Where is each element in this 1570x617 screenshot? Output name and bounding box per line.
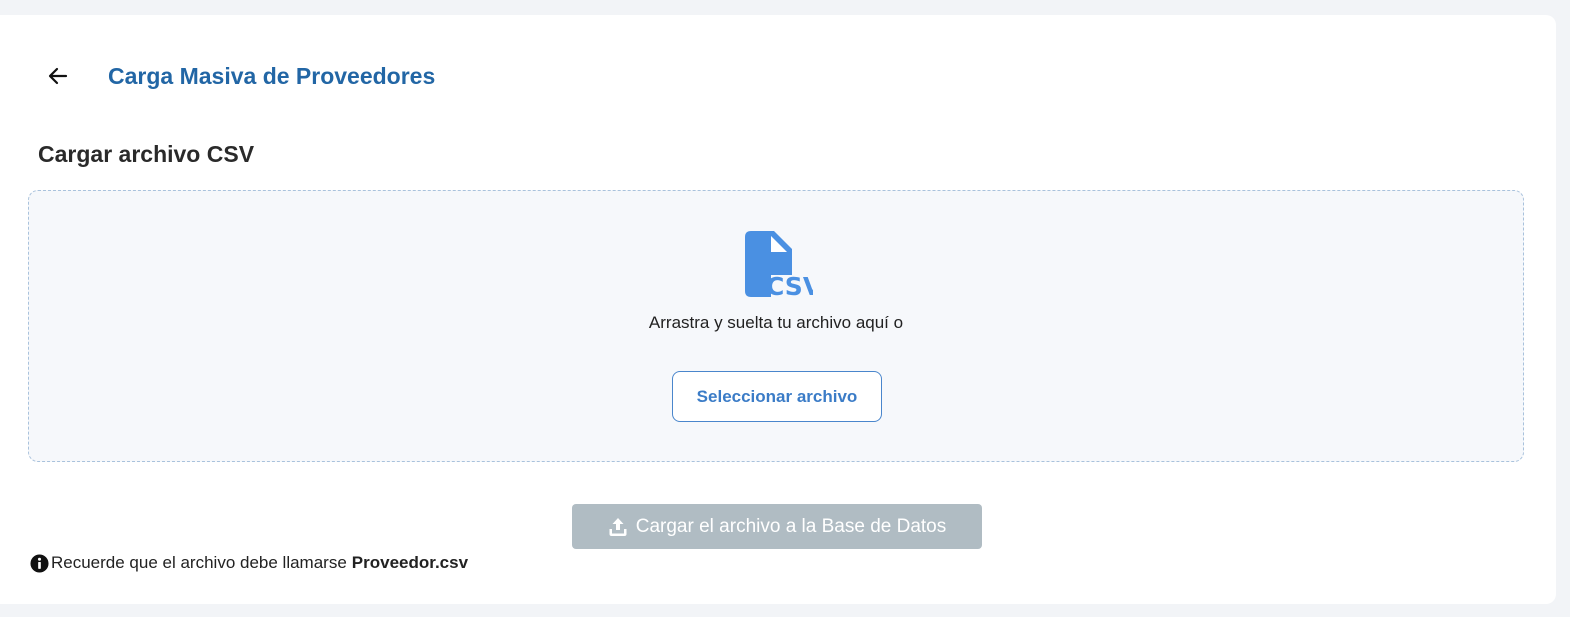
section-title: Cargar archivo CSV xyxy=(38,141,255,167)
dropzone-instruction: Arrastra y suelta tu archivo aquí o xyxy=(648,313,904,332)
required-filename: Proveedor.csv xyxy=(351,553,469,572)
csv-file-icon: CSV xyxy=(745,231,813,297)
upload-button-label: Cargar el archivo a la Base de Datos xyxy=(635,515,947,537)
upload-icon xyxy=(609,517,627,536)
filename-note: Recuerde que el archivo debe llamarse Pr… xyxy=(30,552,468,574)
upload-to-database-button[interactable]: Cargar el archivo a la Base de Datos xyxy=(572,504,982,549)
page-header xyxy=(40,61,74,91)
file-dropzone[interactable]: CSV Arrastra y suelta tu archivo aquí o … xyxy=(28,190,1524,462)
svg-text:CSV: CSV xyxy=(766,272,813,297)
note-text: Recuerde que el archivo debe llamarse xyxy=(51,553,347,572)
arrow-left-icon xyxy=(48,67,68,85)
back-button[interactable] xyxy=(42,60,74,92)
page-title: Carga Masiva de Proveedores xyxy=(108,63,436,89)
info-circle-icon xyxy=(30,553,49,573)
select-file-button[interactable]: Seleccionar archivo xyxy=(672,371,882,422)
main-card: Carga Masiva de Proveedores Cargar archi… xyxy=(0,15,1556,604)
